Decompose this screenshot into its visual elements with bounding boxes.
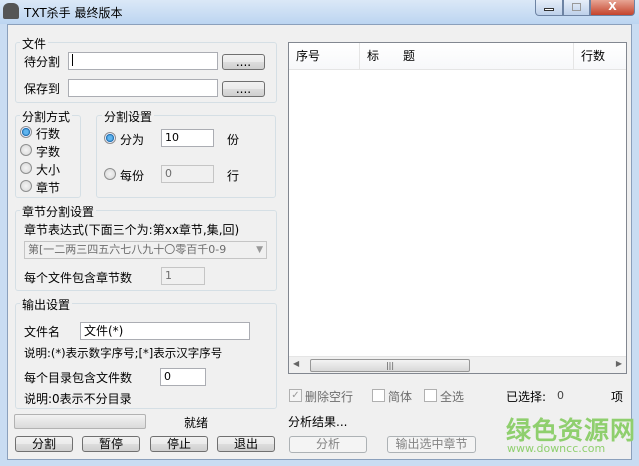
progress-bar <box>14 414 146 429</box>
radio-icon <box>104 132 116 144</box>
split-settings-group <box>96 115 276 198</box>
scroll-right-icon[interactable]: ▶ <box>616 359 622 368</box>
selected-count: 0 <box>557 389 564 402</box>
files-per-dir-label: 每个目录包含文件数 <box>24 371 133 385</box>
split-file-label: 待分割 <box>24 55 61 69</box>
parts-input[interactable]: 10 <box>161 129 214 147</box>
selected-unit: 项 <box>611 390 624 404</box>
close-button[interactable]: X <box>590 0 635 16</box>
chapter-expr-label: 章节表达式(下面三个为:第xx章节,集,回) <box>24 223 240 237</box>
column-title[interactable]: 标 题 <box>360 43 574 70</box>
output-group-label: 输出设置 <box>20 296 73 313</box>
pause-button[interactable]: 暂停 <box>82 436 140 452</box>
chapter-expr-combo[interactable]: 第[一二两三四五六七八九十〇零百千0-9 ▼ <box>24 241 267 259</box>
app-icon <box>3 3 19 19</box>
radio-icon <box>20 144 32 156</box>
browse-split-button[interactable]: .... <box>222 54 265 70</box>
files-per-dir-input[interactable]: 0 <box>160 368 206 386</box>
split-mode-label: 分割方式 <box>20 108 73 125</box>
chapter-group-label: 章节分割设置 <box>20 203 97 220</box>
horizontal-scrollbar[interactable]: ◀ ||| ▶ <box>289 356 626 373</box>
browse-save-button[interactable]: .... <box>222 81 265 97</box>
filename-input[interactable]: 文件(*) <box>80 322 250 340</box>
minimize-button[interactable] <box>535 0 563 16</box>
chapter-list[interactable]: 序号 标 题 行数 ◀ ||| ▶ <box>288 42 627 374</box>
window-title: TXT杀手 最终版本 <box>24 6 123 20</box>
radio-icon <box>20 162 32 174</box>
checkbox-icon <box>372 389 385 402</box>
chapters-per-file-input[interactable]: 1 <box>161 267 205 285</box>
scroll-thumb[interactable]: ||| <box>310 359 470 372</box>
status-text: 就绪 <box>184 416 209 430</box>
scroll-left-icon[interactable]: ◀ <box>293 359 299 368</box>
filename-label: 文件名 <box>24 325 61 339</box>
each-input[interactable]: 0 <box>161 165 214 183</box>
split-settings-label: 分割设置 <box>102 108 155 125</box>
each-unit: 行 <box>227 169 240 183</box>
checkbox-icon <box>424 389 437 402</box>
stop-button[interactable]: 停止 <box>150 436 208 452</box>
file-group-label: 文件 <box>20 35 49 52</box>
save-to-label: 保存到 <box>24 82 61 96</box>
split-file-input[interactable] <box>68 52 218 70</box>
close-icon: X <box>608 0 617 13</box>
checkbox-checked-icon: ✓ <box>289 389 302 402</box>
maximize-button[interactable] <box>563 0 590 16</box>
radio-icon <box>104 168 116 180</box>
radio-icon <box>20 126 32 138</box>
analysis-result: 分析结果... <box>288 415 348 429</box>
minimize-icon <box>544 8 554 11</box>
radio-icon <box>20 180 32 192</box>
save-to-input[interactable] <box>68 79 218 97</box>
column-lines[interactable]: 行数 <box>574 43 626 70</box>
analyze-button[interactable]: 分析 <box>289 436 367 453</box>
column-index[interactable]: 序号 <box>289 43 360 70</box>
chapters-per-file-label: 每个文件包含章节数 <box>24 271 133 285</box>
parts-unit: 份 <box>227 133 240 147</box>
split-button[interactable]: 分割 <box>15 436 73 452</box>
filename-note: 说明:(*)表示数字序号;[*]表示汉字序号 <box>24 346 223 360</box>
chevron-down-icon[interactable]: ▼ <box>256 243 263 257</box>
list-header: 序号 标 题 行数 <box>289 43 626 70</box>
watermark-url: www.downcc.com <box>507 442 606 455</box>
chapter-expr-value: 第[一二两三四五六七八九十〇零百千0-9 <box>28 243 227 256</box>
dir-note: 说明:0表示不分目录 <box>24 392 132 406</box>
export-chapters-button[interactable]: 输出选中章节 <box>387 436 476 453</box>
selected-label: 已选择: <box>506 390 547 404</box>
maximize-icon <box>572 3 581 11</box>
exit-button[interactable]: 退出 <box>217 436 275 452</box>
